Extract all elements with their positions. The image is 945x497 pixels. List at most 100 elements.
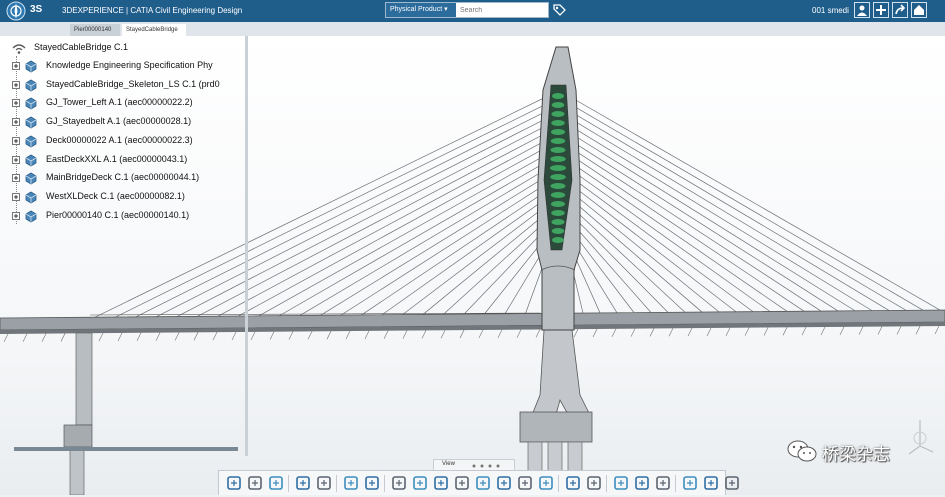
anchor-button[interactable] [537,474,555,492]
paste-button[interactable] [267,474,285,492]
stay-cable [566,152,805,312]
search-filter-select[interactable]: Physical Product ▾ [386,3,456,17]
knowledge-spec-icon [25,60,37,73]
settings-icon [392,476,406,490]
compass-icon[interactable] [6,1,26,21]
layers-button[interactable] [702,474,720,492]
expand-icon[interactable] [12,118,20,127]
cube-button[interactable] [432,474,450,492]
pan-button[interactable] [453,474,471,492]
stay-cable [566,137,839,312]
toolbar-separator [558,475,559,492]
refresh-button[interactable] [363,474,381,492]
zoom-button[interactable] [411,474,429,492]
cables-right [566,94,941,314]
tree-item[interactable]: StayedCableBridge_Skeleton_LS C.1 (prd0 [12,77,244,93]
cable-anchor [550,156,566,162]
cut-button[interactable] [225,474,243,492]
left-pier [63,332,93,495]
layers-icon [704,476,718,490]
expand-icon[interactable] [12,192,20,201]
cable-anchor [551,228,565,234]
tree-scrollbar[interactable] [245,36,248,456]
cable-anchor [551,102,565,108]
toolbar-separator [675,475,676,492]
render-icon [725,476,739,490]
tab-pier[interactable]: Pier00000140 A.1 [70,24,120,45]
tree-item[interactable]: EastDeckXXL A.1 (aec00000043.1) [12,152,244,168]
play-button[interactable] [633,474,651,492]
tower-anchors [550,93,566,243]
search-filter-label: Physical Product [390,6,443,13]
tree-item-label: Knowledge Engineering Specification Phy [46,60,213,70]
tree-item[interactable]: Deck00000022 A.1 (aec00000022.3) [12,133,244,149]
measure-icon [587,476,601,490]
tree-button[interactable] [654,474,672,492]
expand-icon[interactable] [12,174,20,183]
redo-button[interactable] [315,474,333,492]
tree-item[interactable]: Pier00000140 C.1 (aec00000140.1) [12,208,244,224]
stay-cable [566,123,873,311]
tree-item[interactable]: GJ_Tower_Left A.1 (aec00000022.2) [12,95,244,111]
expand-icon[interactable] [12,155,20,164]
rotate-button[interactable] [495,474,513,492]
cable-anchor [550,165,566,171]
top-bar: 3S 3DEXPERIENCE | CATIA Civil Engineerin… [0,0,945,22]
copy-button[interactable] [246,474,264,492]
horizontal-scrollbar[interactable] [14,447,238,451]
measure-button[interactable] [585,474,603,492]
tab-stayed-cable-bridge[interactable]: StayedCableBridge C.1 [122,24,186,45]
toolbar-separator [288,475,289,492]
rotate-icon [497,476,511,490]
stay-cable [340,181,551,316]
update-button[interactable] [342,474,360,492]
tag-icon[interactable] [552,3,566,17]
home-icon [914,5,924,15]
search-box: Physical Product ▾ [385,2,550,18]
search-button[interactable] [516,474,534,492]
refresh-icon [365,476,379,490]
specification-tree: StayedCableBridge C.1 Knowledge Engineer… [0,36,250,226]
compare-button[interactable] [681,474,699,492]
deck-icon [25,172,37,185]
section-button[interactable] [564,474,582,492]
grid-button[interactable] [612,474,630,492]
tree-item[interactable]: Knowledge Engineering Specification Phy [12,58,244,74]
cable-anchor [550,183,566,189]
action-toolbar [218,470,739,495]
cable-anchor [551,120,565,126]
expand-icon[interactable] [12,211,20,220]
section-icon [566,476,580,490]
share-button[interactable] [892,2,908,18]
view-dots-icon [472,464,500,468]
move-button[interactable] [474,474,492,492]
cable-anchor [552,93,564,99]
tree-item[interactable]: WestXLDeck C.1 (aec00000082.1) [12,189,244,205]
stay-cable [258,152,551,317]
cable-anchor [551,219,565,225]
stayed-belt-icon [25,116,37,129]
3d-compass-icon[interactable] [905,418,935,458]
undo-button[interactable] [294,474,312,492]
toolbar-separator [384,475,385,492]
expand-icon[interactable] [12,80,20,89]
tree-item-label: Pier00000140 C.1 (aec00000140.1) [46,209,190,220]
tree-icon [656,476,670,490]
expand-icon[interactable] [12,99,20,108]
expand-icon[interactable] [12,136,20,145]
search-input[interactable] [458,3,550,17]
tree-item[interactable]: GJ_Stayedbelt A.1 (aec00000028.1) [12,114,244,130]
settings-button[interactable] [390,474,408,492]
move-icon [476,476,490,490]
profile-button[interactable] [854,2,870,18]
tree-item[interactable]: MainBridgeDeck C.1 (aec00000044.1) [12,170,244,186]
add-button[interactable] [873,2,889,18]
tab-bar: Pier00000140 A.1 StayedCableBridge C.1 [0,22,945,45]
user-name[interactable]: 001 smedi [812,6,849,15]
home-button[interactable] [911,2,927,18]
stay-cable [279,159,551,316]
view-label: View [442,461,455,467]
expand-icon[interactable] [12,62,20,70]
pan-icon [455,476,469,490]
render-button[interactable] [723,474,741,492]
